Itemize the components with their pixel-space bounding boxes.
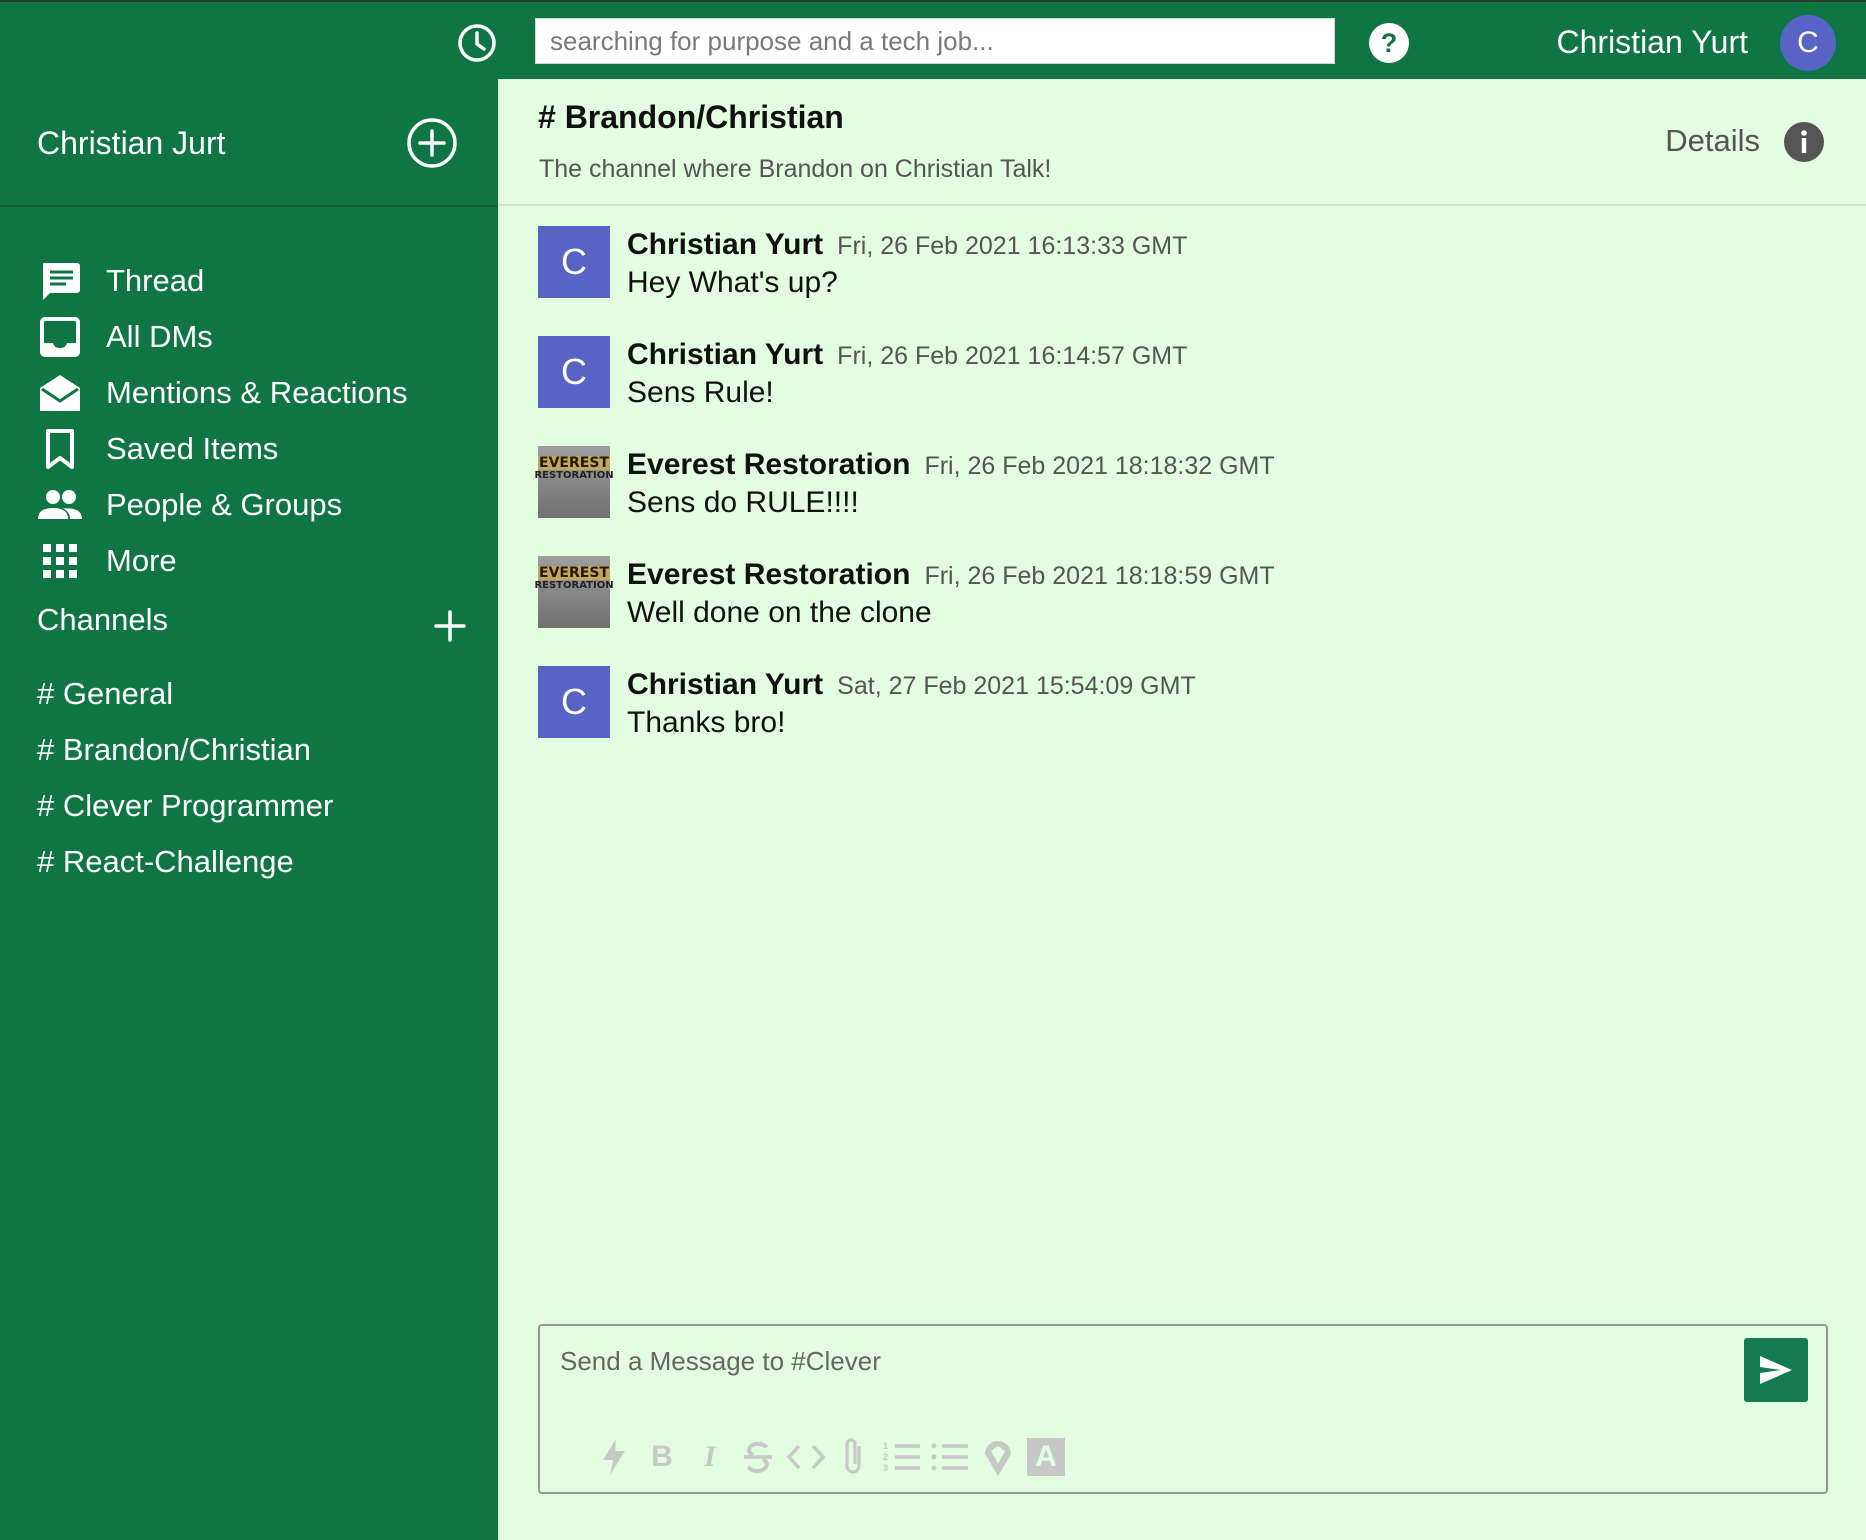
svg-text:1: 1 bbox=[883, 1441, 888, 1451]
paperclip-icon[interactable] bbox=[830, 1434, 878, 1480]
channel-item-clever-programmer[interactable]: # Clever Programmer bbox=[37, 788, 333, 824]
apps-grid-icon bbox=[36, 538, 84, 584]
message-text: Sens Rule! bbox=[627, 376, 774, 409]
sidebar-item-label: Mentions & Reactions bbox=[106, 375, 408, 410]
people-icon bbox=[36, 482, 84, 528]
message-timestamp: Fri, 26 Feb 2021 16:14:57 GMT bbox=[837, 342, 1188, 370]
user-avatar-letter: C bbox=[1797, 26, 1819, 59]
bulleted-list-icon[interactable] bbox=[926, 1434, 974, 1480]
avatar-logo-line1: EVEREST bbox=[538, 455, 610, 471]
message-avatar[interactable]: EVEREST RESTORATION bbox=[534, 556, 614, 628]
search-input[interactable] bbox=[535, 18, 1335, 64]
add-channel-icon[interactable] bbox=[433, 609, 467, 643]
svg-text:2: 2 bbox=[883, 1452, 888, 1462]
current-user-name[interactable]: Christian Yurt bbox=[1557, 24, 1749, 61]
sidebar-item-all-dms[interactable]: All DMs bbox=[36, 312, 213, 362]
user-avatar[interactable]: C bbox=[1780, 15, 1836, 71]
workspace-name[interactable]: Christian Jurt bbox=[37, 125, 226, 162]
history-clock-icon[interactable] bbox=[456, 22, 498, 64]
italic-icon[interactable]: I bbox=[686, 1434, 734, 1480]
workspace-header: Christian Jurt bbox=[0, 79, 498, 207]
svg-text:?: ? bbox=[1381, 28, 1398, 58]
channel-title: # Brandon/Christian bbox=[538, 99, 844, 135]
map-pin-icon[interactable] bbox=[974, 1434, 1022, 1480]
avatar-letter: C bbox=[561, 681, 587, 722]
send-button[interactable] bbox=[1744, 1338, 1808, 1402]
message-avatar[interactable]: C bbox=[538, 666, 610, 738]
info-icon[interactable] bbox=[1783, 121, 1825, 163]
sidebar-item-saved[interactable]: Saved Items bbox=[36, 424, 278, 474]
message-author: Everest Restoration bbox=[627, 448, 911, 481]
message-avatar[interactable]: C bbox=[538, 336, 610, 408]
avatar-letter: C bbox=[561, 351, 587, 392]
message-timestamp: Fri, 26 Feb 2021 18:18:59 GMT bbox=[924, 562, 1275, 590]
send-icon bbox=[1760, 1356, 1792, 1384]
message-text: Thanks bro! bbox=[627, 706, 786, 739]
details-button[interactable]: Details bbox=[1665, 123, 1760, 159]
avatar-logo-line1: EVEREST bbox=[538, 565, 610, 581]
sidebar-item-label: People & Groups bbox=[106, 487, 343, 522]
message-author: Christian Yurt bbox=[627, 338, 824, 371]
message-square-icon bbox=[36, 258, 84, 304]
message-avatar[interactable]: EVEREST RESTORATION bbox=[534, 446, 614, 518]
sidebar-item-label: Thread bbox=[106, 263, 205, 298]
sidebar-item-label: More bbox=[106, 543, 177, 578]
message-text: Well done on the clone bbox=[627, 596, 932, 629]
channel-header: # Brandon/Christian The channel where Br… bbox=[498, 79, 1866, 206]
open-envelope-icon bbox=[36, 370, 84, 416]
message-author: Christian Yurt bbox=[627, 668, 824, 701]
sidebar-item-mentions[interactable]: Mentions & Reactions bbox=[36, 368, 408, 418]
sidebar-item-label: Saved Items bbox=[106, 431, 279, 466]
sidebar-item-thread[interactable]: Thread bbox=[36, 256, 204, 306]
text-format-icon[interactable]: A bbox=[1022, 1434, 1070, 1480]
code-icon[interactable] bbox=[782, 1434, 830, 1480]
italic-glyph: I bbox=[704, 1440, 716, 1473]
channel-description: The channel where Brandon on Christian T… bbox=[539, 155, 1052, 183]
message-text: Sens do RULE!!!! bbox=[627, 486, 859, 519]
channels-header[interactable]: Channels bbox=[37, 602, 467, 638]
message-input[interactable] bbox=[560, 1346, 1730, 1396]
avatar-logo-line2: RESTORATION bbox=[534, 470, 614, 481]
message-timestamp: Fri, 26 Feb 2021 16:13:33 GMT bbox=[837, 232, 1188, 260]
message-author: Christian Yurt bbox=[627, 228, 824, 261]
channel-item-brandon-christian[interactable]: # Brandon/Christian bbox=[37, 732, 311, 768]
avatar-letter: C bbox=[561, 241, 587, 282]
inbox-icon bbox=[36, 314, 84, 360]
top-header: ? Christian Yurt C bbox=[0, 0, 1866, 79]
svg-text:3: 3 bbox=[883, 1463, 888, 1473]
new-message-icon[interactable] bbox=[406, 117, 458, 169]
format-toolbar: B I 123 A bbox=[590, 1434, 1070, 1480]
message-timestamp: Fri, 26 Feb 2021 18:18:32 GMT bbox=[924, 452, 1275, 480]
numbered-list-icon[interactable]: 123 bbox=[878, 1434, 926, 1480]
strikethrough-icon[interactable] bbox=[734, 1434, 782, 1480]
sidebar-item-people[interactable]: People & Groups bbox=[36, 480, 342, 530]
message-avatar[interactable]: C bbox=[538, 226, 610, 298]
message-author: Everest Restoration bbox=[627, 558, 911, 591]
avatar-logo-line2: RESTORATION bbox=[534, 580, 614, 591]
sidebar-item-more[interactable]: More bbox=[36, 536, 177, 586]
channel-item-general[interactable]: # General bbox=[37, 676, 173, 712]
bookmark-icon bbox=[36, 426, 84, 472]
message-text: Hey What's up? bbox=[627, 266, 838, 299]
format-glyph: A bbox=[1027, 1438, 1065, 1476]
message-composer: B I 123 A bbox=[538, 1324, 1828, 1494]
sidebar-item-label: All DMs bbox=[106, 319, 213, 354]
help-icon[interactable]: ? bbox=[1368, 22, 1410, 64]
message-timestamp: Sat, 27 Feb 2021 15:54:09 GMT bbox=[837, 672, 1196, 700]
sidebar: Christian Jurt Thread All DMs Mentions &… bbox=[0, 79, 498, 1540]
lightning-icon[interactable] bbox=[590, 1434, 638, 1480]
channel-item-react-challenge[interactable]: # React-Challenge bbox=[37, 844, 294, 880]
bold-glyph: B bbox=[651, 1440, 673, 1473]
bold-icon[interactable]: B bbox=[638, 1434, 686, 1480]
